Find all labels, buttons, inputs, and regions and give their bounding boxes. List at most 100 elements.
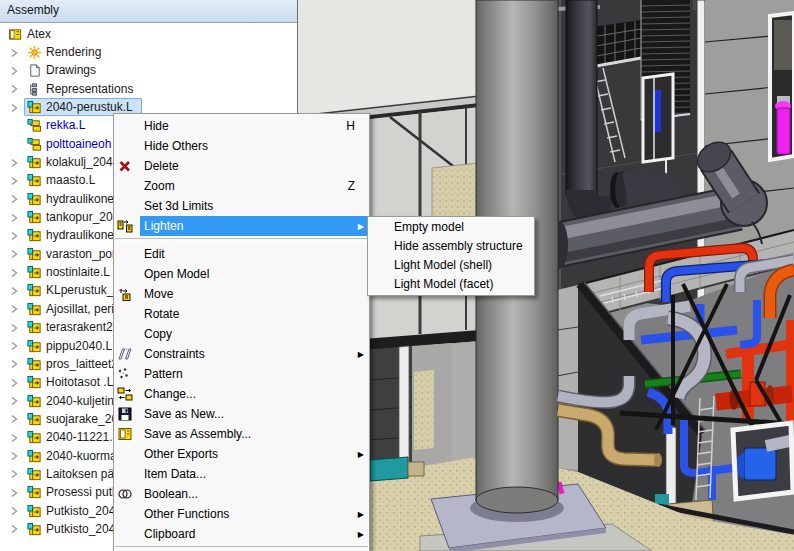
expander-icon[interactable] [8,230,20,242]
expander-icon[interactable] [8,340,20,352]
tree-item[interactable]: Rendering [2,43,294,61]
pattern-icon [117,366,133,382]
menu-item-label: Hide [140,119,346,133]
tree-item-label: 2040-kuorma [46,449,117,464]
tree-item-label: kolakulj_2040 [46,155,119,170]
menu-item-boolean[interactable]: Boolean... [114,484,369,504]
panel-title[interactable]: Assembly [0,0,297,23]
menu-item-rotate[interactable]: Rotate [114,304,369,324]
tree-item-label: Atex [27,27,51,42]
menu-item-label: Item Data... [140,467,367,481]
root-icon [8,27,23,42]
menu-item-edit[interactable]: Edit [114,244,369,264]
menu-item-clipboard[interactable]: Clipboard▶ [114,524,369,544]
menu-item-change[interactable]: Change... [114,384,369,404]
expander-icon[interactable] [8,395,20,407]
tree-item-label: Hoitotasot .L [46,375,113,390]
tree-item-label: Ajosillat, peri [46,302,114,317]
submenu-item-hide-assembly-structure[interactable]: Hide assembly structure [368,237,534,256]
menu-item-open-model[interactable]: Open Model [114,264,369,284]
tree-item-label: pros_laitteet2 [46,357,118,372]
menu-item-save-as-assembly[interactable]: Save as Assembly... [114,424,369,444]
tree-item[interactable]: Drawings [2,62,294,80]
menu-item-hide[interactable]: HideH [114,116,369,136]
expander-icon[interactable] [8,47,20,59]
expander-icon[interactable] [8,175,20,187]
repr-icon [27,82,42,97]
menu-item-label: Clipboard [140,527,358,541]
expander-icon[interactable] [8,102,20,114]
menu-item-label: Change... [140,387,367,401]
menu-item-pattern[interactable]: Pattern [114,364,369,384]
menu-item-item-data[interactable]: Item Data... [114,464,369,484]
expander-icon[interactable] [8,303,20,315]
menu-item-label: Move [140,287,367,301]
tree-item-label: pippu2040.L [46,339,112,354]
tree-item-label: maasto.L [46,173,95,188]
submenu-item-light-model-facet[interactable]: Light Model (facet) [368,274,534,293]
submenu-item-light-model-shell[interactable]: Light Model (shell) [368,256,534,275]
expander-icon[interactable] [8,358,20,370]
menu-item-zoom[interactable]: ZoomZ [114,176,369,196]
menu-item-set-3d-limits[interactable]: Set 3d Limits [114,196,369,216]
submenu-item-empty-model[interactable]: Empty model [368,218,534,237]
menu-item-label: Other Exports [140,447,358,461]
menu-item-copy[interactable]: Copy [114,324,369,344]
expander-icon[interactable] [8,505,20,517]
menu-item-label: Save as Assembly... [140,427,367,441]
context-menu: HideHHide OthersDeleteZoomZSet 3d Limits… [113,113,370,551]
expander-icon[interactable] [8,487,20,499]
part-icon [27,339,42,354]
expander-icon[interactable] [8,322,20,334]
submenu-arrow-icon: ▶ [358,350,367,359]
menu-item-label: Edit [140,247,367,261]
save-icon [117,406,133,422]
submenu-item-label: Hide assembly structure [390,239,532,253]
menu-item-hide-others[interactable]: Hide Others [114,136,369,156]
tree-item-label: terasrakent20 [46,320,119,335]
tree-item[interactable]: Representations [2,80,294,98]
part-icon [27,467,42,482]
expander-icon[interactable] [8,65,20,77]
part-icon [27,247,42,262]
part-icon [27,155,42,170]
expander-icon[interactable] [8,157,20,169]
expander-icon[interactable] [8,432,20,444]
menu-shortcut: H [346,119,367,133]
menu-item-other-exports[interactable]: Other Exports▶ [114,444,369,464]
submenu-arrow-icon: ▶ [358,510,367,519]
tree-item[interactable]: Atex [2,25,294,43]
expander-icon[interactable] [8,450,20,462]
menu-item-constraints[interactable]: Constraints▶ [114,344,369,364]
tree-item-label: Representations [46,82,133,97]
menu-item-delete[interactable]: Delete [114,156,369,176]
menu-item-other-functions[interactable]: Other Functions▶ [114,504,369,524]
tree-item-label: nostinlaite.L [46,265,110,280]
menu-item-save-as-new[interactable]: Save as New... [114,404,369,424]
asm-icon [27,137,42,152]
menu-separator [115,546,368,550]
part-icon [27,430,42,445]
tree-item-label: Putkisto_204 [46,504,115,519]
expander-icon[interactable] [8,285,20,297]
tree-item-label: hydraulikone [46,228,114,243]
expander-icon[interactable] [8,523,20,535]
expander-icon[interactable] [8,212,20,224]
boolean-icon [117,486,133,502]
expander-icon[interactable] [8,468,20,480]
expander-icon[interactable] [8,248,20,260]
menu-item-move[interactable]: Move [114,284,369,304]
expander-icon[interactable] [8,267,20,279]
constraints-icon [117,346,133,362]
menu-item-label: Lighten [140,219,358,233]
application-window: Assembly AtexRenderingDrawings Representa… [0,0,794,551]
menu-item-label: Open Model [140,267,367,281]
expander-icon[interactable] [8,83,20,95]
menu-item-lighten[interactable]: Lighten▶ [114,216,369,236]
expander-icon[interactable] [8,377,20,389]
part-icon [27,228,42,243]
expander-icon[interactable] [8,413,20,425]
expander-icon[interactable] [8,193,20,205]
part-icon [27,192,42,207]
tree-item-label: Putkisto_204 [46,522,115,537]
